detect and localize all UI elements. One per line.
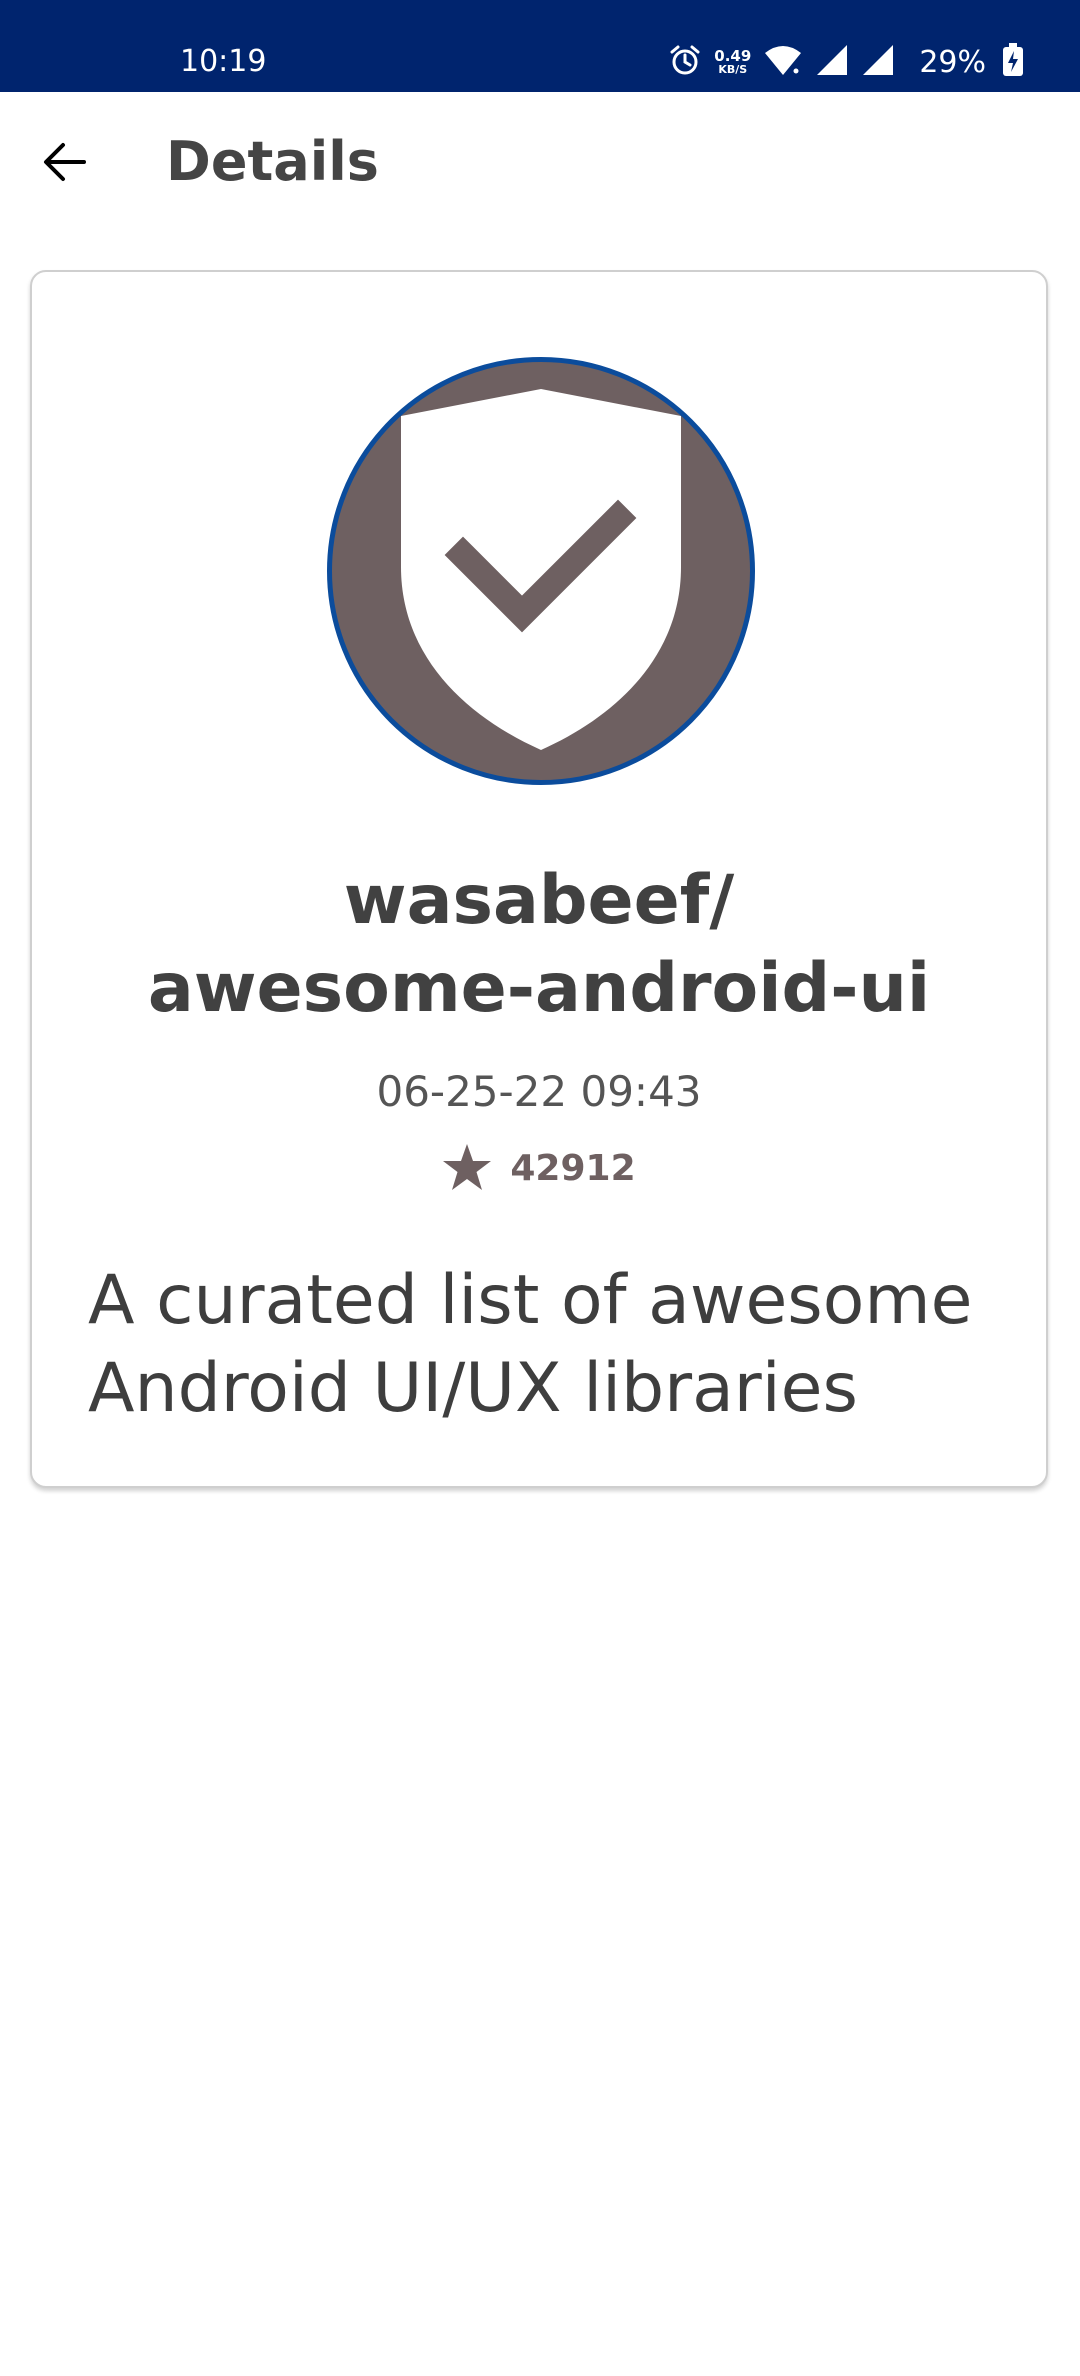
repo-detail-card: wasabeef/ awesome-android-ui 06-25-22 09… xyxy=(30,270,1048,1488)
page-title: Details xyxy=(166,130,379,193)
network-speed-value: 0.49 xyxy=(714,46,752,65)
updated-at: 06-25-22 09:43 xyxy=(376,1067,702,1116)
status-icons: 0.49 KB/S 29% xyxy=(668,40,1024,84)
battery-percent: 29% xyxy=(919,44,986,80)
back-button[interactable] xyxy=(30,130,98,198)
stars-row: 42912 xyxy=(32,1142,1046,1196)
signal-icon xyxy=(815,43,849,81)
network-speed-unit: KB/S xyxy=(718,62,748,76)
star-count: 42912 xyxy=(510,1148,636,1189)
star-icon xyxy=(442,1142,492,1196)
repo-owner: wasabeef/ xyxy=(343,861,735,940)
repo-name: awesome-android-ui xyxy=(147,949,931,1028)
repo-description: A curated list of awesome Android UI/UX … xyxy=(88,1261,973,1428)
network-speed: 0.49 KB/S xyxy=(714,46,752,76)
status-time: 10:19 xyxy=(180,44,267,79)
repo-full-name: wasabeef/ awesome-android-ui xyxy=(32,857,1046,1033)
battery-charging-icon xyxy=(1002,43,1024,81)
repo-avatar xyxy=(327,357,755,785)
wifi-icon xyxy=(763,43,803,81)
shield-check-icon xyxy=(332,362,750,780)
alarm-icon xyxy=(668,43,702,81)
status-bar: 10:19 0.49 KB/S 29% xyxy=(0,0,1080,92)
app-bar: Details xyxy=(0,92,1080,242)
signal-icon xyxy=(861,43,895,81)
arrow-back-icon xyxy=(42,142,86,186)
